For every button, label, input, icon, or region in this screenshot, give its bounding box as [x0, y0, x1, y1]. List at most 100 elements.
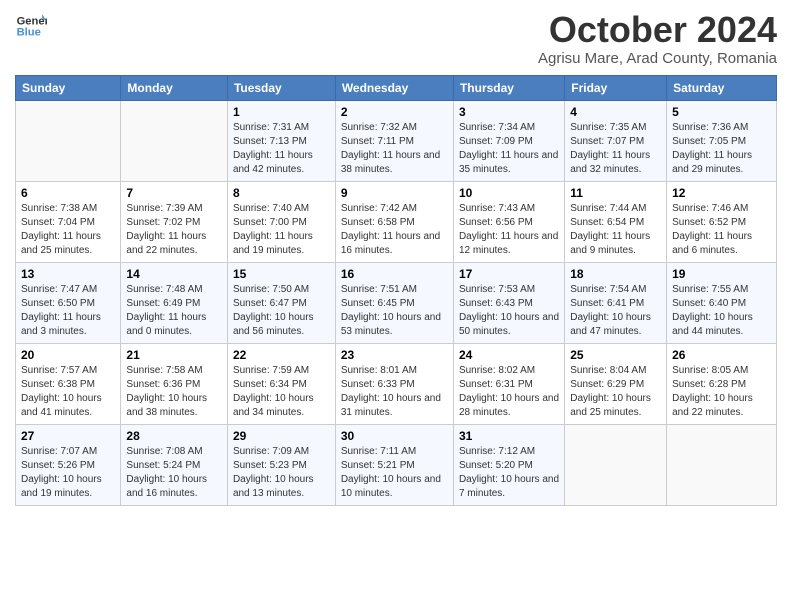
title-block: October 2024 Agrisu Mare, Arad County, R…	[538, 10, 777, 67]
day-number: 10	[459, 186, 559, 200]
day-number: 9	[341, 186, 448, 200]
day-header-friday: Friday	[565, 75, 667, 100]
calendar-cell: 8 Sunrise: 7:40 AM Sunset: 7:00 PM Daylig…	[227, 181, 335, 262]
day-number: 22	[233, 348, 330, 362]
day-info: Sunrise: 7:12 AM Sunset: 5:20 PM Dayligh…	[459, 445, 559, 501]
day-info: Sunrise: 7:38 AM Sunset: 7:04 PM Dayligh…	[21, 202, 115, 258]
week-row-5: 27 Sunrise: 7:07 AM Sunset: 5:26 PM Dayli…	[16, 424, 777, 505]
calendar-cell: 7 Sunrise: 7:39 AM Sunset: 7:02 PM Daylig…	[121, 181, 228, 262]
day-info: Sunrise: 7:53 AM Sunset: 6:43 PM Dayligh…	[459, 283, 559, 339]
day-number: 12	[672, 186, 771, 200]
day-number: 23	[341, 348, 448, 362]
day-info: Sunrise: 7:35 AM Sunset: 7:07 PM Dayligh…	[570, 121, 661, 177]
day-info: Sunrise: 7:57 AM Sunset: 6:38 PM Dayligh…	[21, 364, 115, 420]
calendar-cell: 27 Sunrise: 7:07 AM Sunset: 5:26 PM Dayli…	[16, 424, 121, 505]
day-number: 31	[459, 429, 559, 443]
day-info: Sunrise: 7:39 AM Sunset: 7:02 PM Dayligh…	[126, 202, 222, 258]
day-info: Sunrise: 7:59 AM Sunset: 6:34 PM Dayligh…	[233, 364, 330, 420]
day-number: 26	[672, 348, 771, 362]
day-info: Sunrise: 7:42 AM Sunset: 6:58 PM Dayligh…	[341, 202, 448, 258]
day-number: 13	[21, 267, 115, 281]
day-info: Sunrise: 8:04 AM Sunset: 6:29 PM Dayligh…	[570, 364, 661, 420]
calendar-cell: 12 Sunrise: 7:46 AM Sunset: 6:52 PM Dayli…	[667, 181, 777, 262]
calendar-cell: 29Sunrise: 7:09 AM Sunset: 5:23 PM Dayli…	[227, 424, 335, 505]
week-row-2: 6 Sunrise: 7:38 AM Sunset: 7:04 PM Daylig…	[16, 181, 777, 262]
day-info: Sunrise: 7:55 AM Sunset: 6:40 PM Dayligh…	[672, 283, 771, 339]
calendar-cell: 4 Sunrise: 7:35 AM Sunset: 7:07 PM Daylig…	[565, 100, 667, 181]
calendar-cell	[121, 100, 228, 181]
day-header-thursday: Thursday	[453, 75, 564, 100]
calendar-cell: 19 Sunrise: 7:55 AM Sunset: 6:40 PM Dayli…	[667, 262, 777, 343]
calendar-cell: 2 Sunrise: 7:32 AM Sunset: 7:11 PM Daylig…	[335, 100, 453, 181]
day-info: Sunrise: 7:48 AM Sunset: 6:49 PM Dayligh…	[126, 283, 222, 339]
day-info: Sunrise: 7:44 AM Sunset: 6:54 PM Dayligh…	[570, 202, 661, 258]
day-number: 7	[126, 186, 222, 200]
day-number: 5	[672, 105, 771, 119]
calendar-cell	[16, 100, 121, 181]
calendar-cell: 25 Sunrise: 8:04 AM Sunset: 6:29 PM Dayli…	[565, 343, 667, 424]
day-info: Sunrise: 8:01 AM Sunset: 6:33 PM Dayligh…	[341, 364, 448, 420]
calendar-cell: 21 Sunrise: 7:58 AM Sunset: 6:36 PM Dayli…	[121, 343, 228, 424]
svg-text:Blue: Blue	[17, 27, 41, 39]
calendar-cell: 16 Sunrise: 7:51 AM Sunset: 6:45 PM Dayli…	[335, 262, 453, 343]
day-number: 6	[21, 186, 115, 200]
calendar-cell: 23 Sunrise: 8:01 AM Sunset: 6:33 PM Dayli…	[335, 343, 453, 424]
day-info: Sunrise: 7:09 AM Sunset: 5:23 PM Dayligh…	[233, 445, 330, 501]
day-number: 4	[570, 105, 661, 119]
day-number: 27	[21, 429, 115, 443]
day-header-sunday: Sunday	[16, 75, 121, 100]
day-number: 28	[126, 429, 222, 443]
week-row-4: 20 Sunrise: 7:57 AM Sunset: 6:38 PM Dayli…	[16, 343, 777, 424]
calendar-cell: 30Sunrise: 7:11 AM Sunset: 5:21 PM Dayli…	[335, 424, 453, 505]
day-header-row: SundayMondayTuesdayWednesdayThursdayFrid…	[16, 75, 777, 100]
calendar-cell: 15 Sunrise: 7:50 AM Sunset: 6:47 PM Dayli…	[227, 262, 335, 343]
day-info: Sunrise: 7:51 AM Sunset: 6:45 PM Dayligh…	[341, 283, 448, 339]
calendar-cell: 14 Sunrise: 7:48 AM Sunset: 6:49 PM Dayli…	[121, 262, 228, 343]
location-subtitle: Agrisu Mare, Arad County, Romania	[538, 50, 777, 67]
day-info: Sunrise: 7:34 AM Sunset: 7:09 PM Dayligh…	[459, 121, 559, 177]
day-number: 24	[459, 348, 559, 362]
day-number: 1	[233, 105, 330, 119]
day-info: Sunrise: 7:31 AM Sunset: 7:13 PM Dayligh…	[233, 121, 330, 177]
day-info: Sunrise: 8:05 AM Sunset: 6:28 PM Dayligh…	[672, 364, 771, 420]
day-number: 30	[341, 429, 448, 443]
day-number: 8	[233, 186, 330, 200]
day-info: Sunrise: 7:54 AM Sunset: 6:41 PM Dayligh…	[570, 283, 661, 339]
week-row-1: 1 Sunrise: 7:31 AM Sunset: 7:13 PM Daylig…	[16, 100, 777, 181]
day-info: Sunrise: 7:40 AM Sunset: 7:00 PM Dayligh…	[233, 202, 330, 258]
logo-icon: General Blue	[15, 10, 47, 42]
day-info: Sunrise: 7:32 AM Sunset: 7:11 PM Dayligh…	[341, 121, 448, 177]
calendar-cell: 9 Sunrise: 7:42 AM Sunset: 6:58 PM Daylig…	[335, 181, 453, 262]
day-number: 15	[233, 267, 330, 281]
day-number: 25	[570, 348, 661, 362]
day-number: 16	[341, 267, 448, 281]
day-header-saturday: Saturday	[667, 75, 777, 100]
day-number: 20	[21, 348, 115, 362]
page-header: General Blue October 2024 Agrisu Mare, A…	[15, 10, 777, 67]
calendar-cell: 5 Sunrise: 7:36 AM Sunset: 7:05 PM Daylig…	[667, 100, 777, 181]
day-info: Sunrise: 7:46 AM Sunset: 6:52 PM Dayligh…	[672, 202, 771, 258]
day-info: Sunrise: 7:43 AM Sunset: 6:56 PM Dayligh…	[459, 202, 559, 258]
week-row-3: 13 Sunrise: 7:47 AM Sunset: 6:50 PM Dayli…	[16, 262, 777, 343]
day-info: Sunrise: 8:02 AM Sunset: 6:31 PM Dayligh…	[459, 364, 559, 420]
day-info: Sunrise: 7:36 AM Sunset: 7:05 PM Dayligh…	[672, 121, 771, 177]
day-info: Sunrise: 7:58 AM Sunset: 6:36 PM Dayligh…	[126, 364, 222, 420]
day-info: Sunrise: 7:50 AM Sunset: 6:47 PM Dayligh…	[233, 283, 330, 339]
day-info: Sunrise: 7:07 AM Sunset: 5:26 PM Dayligh…	[21, 445, 115, 501]
day-number: 21	[126, 348, 222, 362]
day-number: 14	[126, 267, 222, 281]
day-number: 2	[341, 105, 448, 119]
month-title: October 2024	[538, 10, 777, 50]
calendar-cell: 10 Sunrise: 7:43 AM Sunset: 6:56 PM Dayli…	[453, 181, 564, 262]
calendar-cell: 18Sunrise: 7:54 AM Sunset: 6:41 PM Dayli…	[565, 262, 667, 343]
calendar-cell: 24 Sunrise: 8:02 AM Sunset: 6:31 PM Dayli…	[453, 343, 564, 424]
day-header-tuesday: Tuesday	[227, 75, 335, 100]
calendar-cell: 6 Sunrise: 7:38 AM Sunset: 7:04 PM Daylig…	[16, 181, 121, 262]
calendar-cell: 31 Sunrise: 7:12 AM Sunset: 5:20 PM Dayli…	[453, 424, 564, 505]
calendar-cell	[565, 424, 667, 505]
day-info: Sunrise: 7:47 AM Sunset: 6:50 PM Dayligh…	[21, 283, 115, 339]
calendar-cell: 28Sunrise: 7:08 AM Sunset: 5:24 PM Dayli…	[121, 424, 228, 505]
calendar-cell: 13 Sunrise: 7:47 AM Sunset: 6:50 PM Dayli…	[16, 262, 121, 343]
calendar-cell	[667, 424, 777, 505]
day-number: 19	[672, 267, 771, 281]
